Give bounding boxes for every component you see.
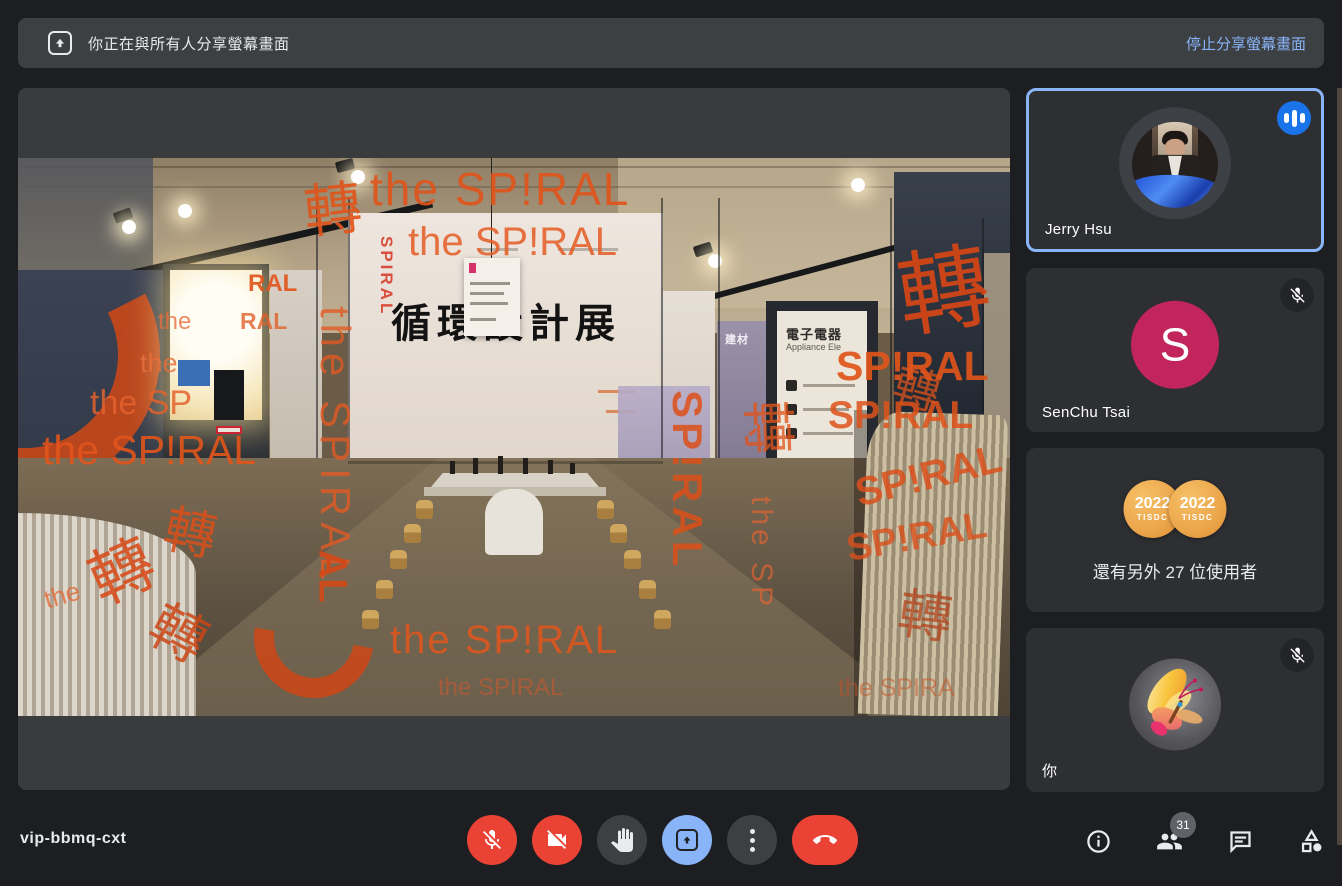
chat-button[interactable] bbox=[1227, 828, 1254, 855]
mic-off-icon bbox=[1280, 278, 1314, 312]
present-active-icon bbox=[676, 829, 698, 851]
present-button[interactable] bbox=[662, 815, 712, 865]
participant-name: SenChu Tsai bbox=[1042, 404, 1130, 421]
activities-button[interactable] bbox=[1298, 828, 1325, 855]
exhibit-table bbox=[431, 473, 599, 487]
spotlight-glow bbox=[122, 220, 136, 234]
mic-off-icon bbox=[480, 828, 504, 852]
appliance-panel-subtitle: Appliance Ele bbox=[786, 342, 841, 352]
participant-overflow-tile[interactable]: 2022 TISDC 2022 TISDC 還有另外 27 位使用者 bbox=[1026, 448, 1324, 612]
overlay-brand-text: the SPIRAL bbox=[438, 676, 563, 700]
call-controls bbox=[467, 815, 858, 865]
stool bbox=[654, 610, 671, 629]
participant-tile-senchu[interactable]: S SenChu Tsai bbox=[1026, 268, 1324, 432]
mic-off-icon bbox=[1280, 638, 1314, 672]
end-call-icon bbox=[813, 828, 837, 852]
overlay-ral-text: RAL bbox=[248, 272, 297, 296]
shared-screen-photo: SPIRAL 循環設計展 建材 電子電器 Appliance Ele bbox=[18, 158, 1010, 716]
meeting-details-button[interactable] bbox=[1085, 828, 1112, 855]
overlay-zhuan-glyph: 轉 bbox=[895, 587, 956, 648]
raise-hand-icon bbox=[610, 828, 634, 852]
appliance-panel-title: 電子電器 bbox=[786, 324, 842, 343]
table-object bbox=[498, 456, 503, 474]
avatar: S bbox=[1131, 301, 1219, 389]
booth-poster-dark bbox=[214, 370, 244, 420]
stool bbox=[390, 550, 407, 569]
avatar-initial: S bbox=[1160, 318, 1191, 372]
people-button[interactable]: 31 bbox=[1156, 828, 1183, 855]
overlay-brand-text: the SP!RAL bbox=[42, 430, 256, 471]
overlay-zhuan-glyph: 轉 bbox=[301, 179, 365, 243]
stool bbox=[610, 524, 627, 543]
tisdc-badge: 2022 TISDC bbox=[1169, 480, 1227, 538]
overlay-brand-text: the SPIRA bbox=[838, 676, 955, 701]
wall-floor-seam bbox=[348, 461, 663, 464]
end-call-button[interactable] bbox=[792, 815, 858, 865]
avatar bbox=[1129, 658, 1221, 750]
overlay-zhuan-glyph: 轉 bbox=[159, 503, 221, 565]
speaking-indicator-icon bbox=[1277, 101, 1311, 135]
share-status-text: 你正在與所有人分享螢幕畫面 bbox=[88, 33, 290, 54]
stop-sharing-link[interactable]: 停止分享螢幕畫面 bbox=[1186, 33, 1306, 54]
overlay-ral-text: RAL bbox=[240, 310, 287, 333]
overlay-brand-text: the SP!RAL bbox=[408, 222, 617, 262]
chat-icon bbox=[1227, 828, 1254, 855]
camera-button[interactable] bbox=[532, 815, 582, 865]
screen-share-banner: 你正在與所有人分享螢幕畫面 停止分享螢幕畫面 bbox=[18, 18, 1324, 68]
appliance-icon bbox=[786, 380, 797, 391]
meeting-code: vip-bbmq-cxt bbox=[20, 830, 126, 848]
activities-icon bbox=[1298, 828, 1325, 855]
overlay-the-vertical: the SP bbox=[746, 496, 776, 610]
overflow-avatars: 2022 TISDC 2022 TISDC bbox=[1124, 480, 1227, 538]
participant-name: Jerry Hsu bbox=[1045, 221, 1112, 238]
meeting-panel-icons: 31 bbox=[1085, 815, 1325, 867]
overlay-al-text: AL bbox=[313, 549, 353, 602]
mute-button[interactable] bbox=[467, 815, 517, 865]
spotlight-glow bbox=[851, 178, 865, 192]
overlay-brand-vertical: SP!RAL bbox=[666, 390, 708, 570]
stool bbox=[597, 500, 614, 519]
stool bbox=[416, 500, 433, 519]
stool bbox=[376, 580, 393, 599]
hanging-sign bbox=[464, 258, 520, 336]
overlay-the-text: the bbox=[158, 310, 191, 334]
stool bbox=[404, 524, 421, 543]
more-options-button[interactable] bbox=[727, 815, 777, 865]
building-panel-label: 建材 bbox=[725, 331, 749, 347]
overlay-brand-text: the SP!RAL bbox=[370, 166, 630, 212]
shared-screen-tile[interactable]: SPIRAL 循環設計展 建材 電子電器 Appliance Ele bbox=[18, 88, 1010, 790]
overlay-zhuan-glyph: 轉 bbox=[739, 399, 795, 455]
overlay-zhuan-glyph: 轉 bbox=[891, 239, 996, 344]
camera-off-icon bbox=[545, 828, 569, 852]
people-count-badge: 31 bbox=[1170, 812, 1196, 838]
stool bbox=[624, 550, 641, 569]
table-object bbox=[473, 458, 478, 474]
present-icon bbox=[48, 31, 72, 55]
table-object bbox=[523, 458, 528, 474]
table-object bbox=[450, 461, 455, 474]
participant-tile-jerry[interactable]: Jerry Hsu bbox=[1026, 88, 1324, 252]
overlay-brand-text: the SP bbox=[90, 386, 192, 420]
info-icon bbox=[1085, 828, 1112, 855]
exhibit-podium bbox=[485, 489, 543, 555]
overlay-brand-text: the SP!RAL bbox=[390, 620, 619, 660]
overflow-count-label: 還有另外 27 位使用者 bbox=[1026, 558, 1324, 583]
table-object bbox=[548, 460, 553, 474]
overlay-brand-vertical: the SPIRAL bbox=[314, 306, 356, 585]
window-edge-strip bbox=[1337, 88, 1342, 845]
stool bbox=[639, 580, 656, 599]
participant-tile-you[interactable]: 你 bbox=[1026, 628, 1324, 792]
avatar bbox=[1132, 122, 1218, 208]
booth-poster-blue bbox=[178, 360, 210, 386]
more-options-icon bbox=[750, 829, 755, 852]
participant-name: 你 bbox=[1042, 760, 1057, 781]
raise-hand-button[interactable] bbox=[597, 815, 647, 865]
table-object bbox=[570, 463, 575, 474]
overlay-the-text: the bbox=[140, 350, 178, 377]
spotlight-glow bbox=[178, 204, 192, 218]
